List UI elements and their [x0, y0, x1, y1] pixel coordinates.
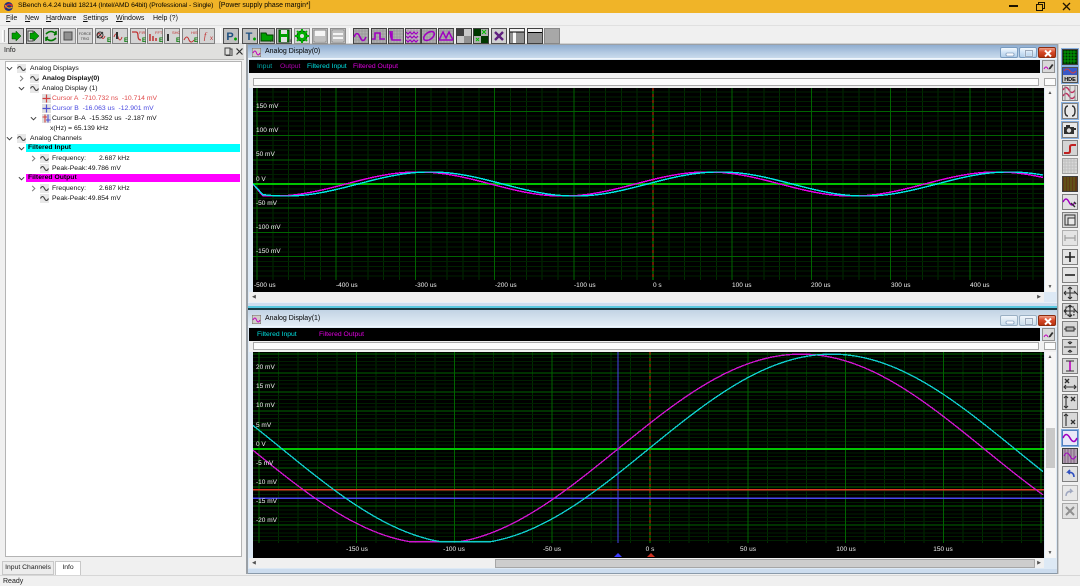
svg-text:FIR: FIR	[139, 30, 146, 35]
svg-text:HDE: HDE	[1064, 77, 1076, 83]
svg-text:FFT: FFT	[155, 30, 163, 35]
svg-text:x: x	[210, 36, 213, 42]
svg-text:HIST: HIST	[191, 30, 198, 35]
svg-text:PIC: PIC	[270, 38, 275, 43]
svg-text:T: T	[246, 31, 253, 43]
svg-text:P: P	[226, 31, 233, 43]
svg-text:SEG: SEG	[287, 38, 292, 43]
svg-text:SHO: SHO	[172, 30, 180, 35]
svg-text:TRIG: TRIG	[81, 37, 90, 41]
svg-text:FORCE: FORCE	[79, 32, 92, 36]
